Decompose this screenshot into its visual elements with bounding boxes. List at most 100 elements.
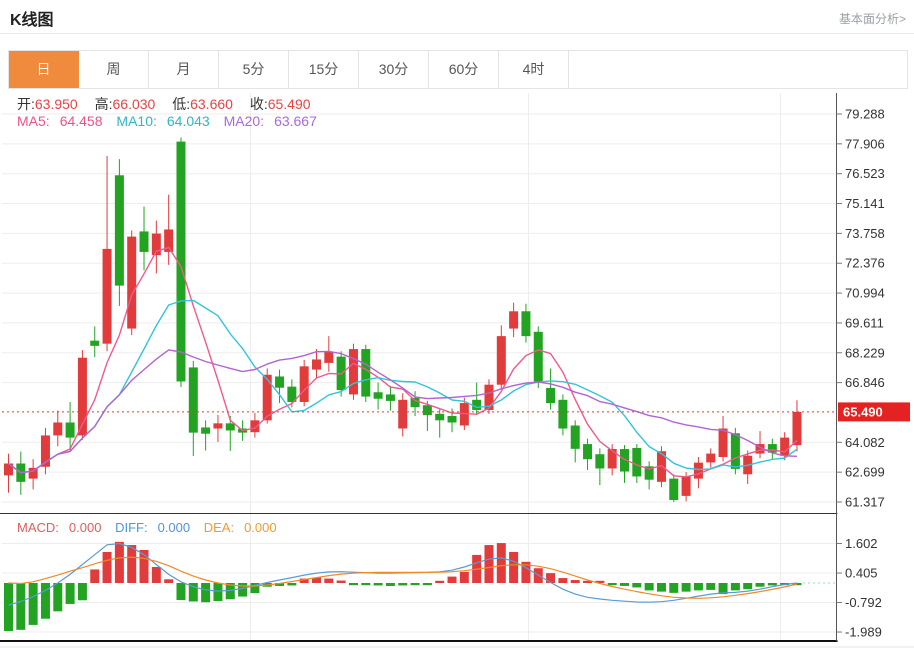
candle-up [497, 336, 506, 385]
macd-bar-negative [361, 583, 370, 585]
candle-down [632, 448, 641, 476]
candle-down [571, 426, 580, 449]
candle-up [300, 366, 309, 402]
candle-down [534, 332, 543, 382]
candle-down [90, 341, 99, 346]
candle-down [189, 367, 198, 432]
candle-up [682, 476, 691, 495]
macd-bar-positive [127, 545, 136, 583]
dea-line [9, 557, 798, 598]
macd-bar-negative [53, 583, 62, 611]
tab-month[interactable]: 月 [149, 51, 219, 88]
candle-down [448, 416, 457, 422]
macd-bar-negative [743, 583, 752, 589]
price-tick-label: 68.229 [845, 345, 885, 360]
macd-bar-negative [669, 583, 678, 593]
candle-down [386, 394, 395, 400]
candle-up [250, 420, 259, 432]
high-value: 66.030 [113, 96, 156, 112]
candle-down [140, 231, 149, 252]
macd-bar-positive [484, 545, 493, 583]
candle-down [374, 392, 383, 398]
fundamental-analysis-link[interactable]: 基本面分析> [839, 10, 906, 27]
candle-down [423, 405, 432, 415]
candle-down [558, 400, 567, 429]
open-label: 开: [17, 96, 35, 112]
price-tick-label: 69.611 [845, 315, 884, 330]
macd-tick-label: -1.989 [845, 625, 882, 640]
price-tick-label: 77.906 [845, 136, 885, 151]
macd-bar-negative [238, 583, 247, 597]
candle-up [312, 359, 321, 369]
macd-bar-negative [706, 583, 715, 590]
candle-up [263, 375, 272, 421]
macd-bar-positive [152, 567, 161, 583]
price-tick-label: 73.758 [845, 226, 885, 241]
tab-5min[interactable]: 5分 [219, 51, 289, 88]
macd-bar-positive [324, 579, 333, 583]
candle-down [595, 454, 604, 468]
dea-label: DEA: [204, 520, 234, 535]
macd-bar-negative [4, 583, 13, 631]
tab-day[interactable]: 日 [9, 51, 79, 88]
macd-bar-negative [768, 583, 777, 585]
macd-tick-label: 0.405 [845, 566, 878, 581]
candle-down [275, 376, 284, 387]
candle-down [411, 398, 420, 407]
macd-bar-negative [29, 583, 38, 625]
candle-up [792, 412, 801, 445]
candle-down [731, 433, 740, 469]
title-divider [0, 33, 914, 34]
ma20-value: 63.667 [274, 113, 317, 129]
tab-4hour[interactable]: 4时 [499, 51, 569, 88]
ohlc-readout: 开:63.950 高:66.030 低:63.660 收:65.490 [17, 94, 324, 114]
candle-up [608, 449, 617, 468]
macd-bar-negative [411, 583, 420, 585]
candle-up [213, 423, 222, 428]
ma5-value: 64.458 [60, 113, 103, 129]
candle-up [53, 422, 62, 435]
candle-up [398, 400, 407, 429]
candle-up [127, 237, 136, 329]
macd-bar-positive [337, 581, 346, 583]
price-tick-label: 70.994 [845, 286, 885, 301]
macd-bar-negative [386, 583, 395, 586]
candle-down [361, 349, 370, 396]
low-value: 63.660 [190, 96, 233, 112]
candle-up [719, 429, 728, 457]
macd-bar-positive [115, 542, 124, 583]
macd-bar-positive [435, 581, 444, 583]
macd-bar-negative [349, 583, 358, 585]
tabstrip-filler [569, 51, 907, 88]
macd-bar-positive [103, 552, 112, 583]
tab-60min[interactable]: 60分 [429, 51, 499, 88]
macd-label: MACD: [17, 520, 59, 535]
macd-bar-positive [164, 579, 173, 583]
macd-bar-negative [287, 583, 296, 585]
candle-down [435, 414, 444, 420]
candle-down [521, 311, 530, 336]
candle-down [66, 422, 75, 437]
price-tick-label: 79.288 [845, 107, 885, 122]
macd-bar-negative [78, 583, 87, 600]
tab-15min[interactable]: 15分 [289, 51, 359, 88]
macd-bar-negative [16, 583, 25, 630]
ma5-label: MA5: [17, 113, 50, 129]
macd-bar-negative [731, 583, 740, 590]
macd-bar-negative [608, 583, 617, 585]
macd-bar-negative [694, 583, 703, 590]
tab-30min[interactable]: 30分 [359, 51, 429, 88]
macd-bar-negative [374, 583, 383, 585]
macd-tick-label: 1.602 [845, 536, 878, 551]
tab-week[interactable]: 周 [79, 51, 149, 88]
price-tick-label: 75.141 [845, 196, 885, 211]
candle-down [226, 423, 235, 430]
macd-bar-negative [632, 583, 641, 587]
macd-tick-label: -0.792 [845, 595, 882, 610]
macd-bar-negative [620, 583, 629, 586]
macd-bar-negative [657, 583, 666, 592]
page-title: K线图 [10, 6, 54, 30]
ma10-label: MA10: [116, 113, 156, 129]
macd-bar-negative [756, 583, 765, 587]
macd-readout: MACD:0.000 DIFF:0.000 DEA:0.000 [17, 520, 287, 535]
